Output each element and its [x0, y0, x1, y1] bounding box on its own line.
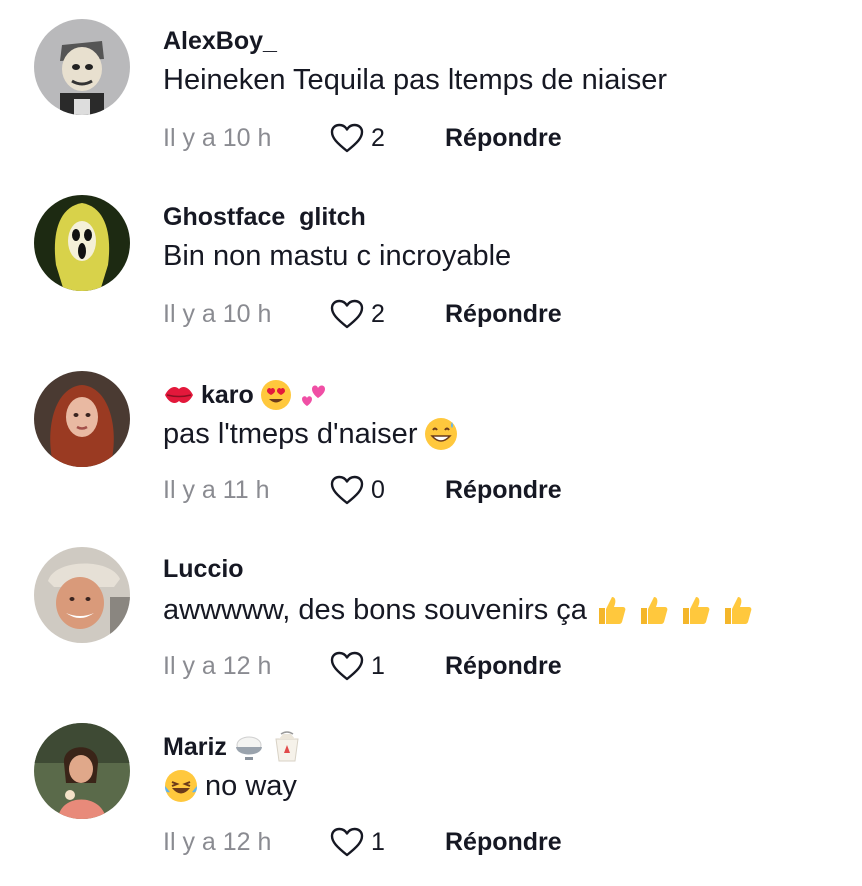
kiss-mark-emoji	[163, 383, 195, 407]
laughing-tears-emoji	[163, 768, 199, 804]
comment-text: Bin non mastu c incroyable	[163, 240, 511, 273]
comment-text-content: no way	[205, 769, 297, 802]
username[interactable]: Luccio	[163, 555, 244, 584]
heart-eyes-emoji	[260, 379, 292, 411]
timestamp: Il y a 12 h	[163, 827, 272, 856]
avatar-image	[34, 547, 130, 643]
username-text: Ghostface glitch	[163, 203, 366, 231]
reply-button[interactable]: Répondre	[445, 652, 562, 681]
comment-meta: Il y a 10 h 2 Répondre	[163, 297, 562, 331]
grinning-sweat-emoji	[423, 416, 459, 452]
comment-meta: Il y a 10 h 2 Répondre	[163, 121, 562, 155]
comment-text-content: Bin non mastu c incroyable	[163, 240, 512, 272]
like-button[interactable]: 1	[329, 650, 445, 682]
comment-text-content: Heineken Tequila pas ltemps de niaiser	[163, 64, 668, 96]
heart-outline-icon	[330, 827, 364, 857]
comment-item: AlexBoy_ Heineken Tequila pas ltemps de …	[0, 0, 862, 176]
comment-meta: Il y a 11 h 0 Répondre	[163, 473, 562, 507]
avatar-image	[34, 195, 130, 291]
comment-text: awwwww, des bons souvenirs ça	[163, 592, 755, 628]
thumbs-up-emoji	[719, 592, 755, 628]
reply-button[interactable]: Répondre	[445, 124, 562, 153]
reply-button[interactable]: Répondre	[445, 476, 562, 505]
like-count: 0	[371, 475, 385, 504]
avatar[interactable]	[34, 547, 130, 643]
username[interactable]: Ghostface glitch	[163, 203, 366, 232]
like-count: 1	[371, 827, 385, 856]
heart-outline-icon	[330, 651, 364, 681]
username-text: karo	[201, 380, 254, 409]
like-count: 2	[371, 299, 385, 328]
thumbs-up-emoji	[593, 592, 629, 628]
comment-text-content: awwwww, des bons souvenirs ça	[163, 593, 587, 626]
username[interactable]: Mariz	[163, 731, 303, 763]
thumbs-up-emoji	[635, 592, 671, 628]
username-text: AlexBoy_	[163, 27, 277, 55]
avatar[interactable]	[34, 723, 130, 819]
timestamp: Il y a 11 h	[163, 475, 270, 504]
comment-meta: Il y a 12 h 1 Répondre	[163, 649, 562, 683]
like-button[interactable]: 2	[329, 122, 445, 154]
avatar-image	[34, 371, 130, 467]
comment-text: pas l'tmeps d'naiser	[163, 416, 459, 452]
thumbs-up-emoji	[677, 592, 713, 628]
comment-text-content: pas l'tmeps d'naiser	[163, 417, 418, 450]
reply-button[interactable]: Répondre	[445, 828, 562, 857]
comment-item: Luccio awwwww, des bons souvenirs ça Il …	[0, 528, 862, 704]
like-count: 1	[371, 651, 385, 680]
like-button[interactable]: 2	[329, 298, 445, 330]
heart-outline-icon	[330, 475, 364, 505]
comment-item: Ghostface glitch Bin non mastu c incroya…	[0, 176, 862, 352]
reply-button[interactable]: Répondre	[445, 300, 562, 329]
timestamp: Il y a 12 h	[163, 651, 272, 680]
avatar[interactable]	[34, 371, 130, 467]
comment-text: no way	[163, 768, 297, 804]
heart-outline-icon	[330, 123, 364, 153]
username[interactable]: karo	[163, 379, 330, 411]
takeout-box-emoji	[271, 731, 303, 763]
avatar[interactable]	[34, 195, 130, 291]
comment-item: karo pas l'tmeps d'naiser Il y a 11 h 0 …	[0, 352, 862, 528]
timestamp: Il y a 10 h	[163, 123, 272, 152]
timestamp: Il y a 10 h	[163, 299, 272, 328]
avatar-image	[34, 723, 130, 819]
rice-bowl-emoji	[233, 731, 265, 763]
comment-text: Heineken Tequila pas ltemps de niaiser	[163, 64, 667, 97]
username[interactable]: AlexBoy_	[163, 27, 277, 56]
username-text: Mariz	[163, 732, 227, 761]
comment-item: Mariz no way Il y a 12 h 1 Répondre	[0, 704, 862, 880]
comment-list: AlexBoy_ Heineken Tequila pas ltemps de …	[0, 0, 862, 886]
avatar-image	[34, 19, 130, 115]
username-text: Luccio	[163, 555, 244, 583]
revolving-hearts-emoji	[298, 379, 330, 411]
like-count: 2	[371, 123, 385, 152]
like-button[interactable]: 0	[329, 474, 445, 506]
comment-meta: Il y a 12 h 1 Répondre	[163, 825, 562, 859]
heart-outline-icon	[330, 299, 364, 329]
avatar[interactable]	[34, 19, 130, 115]
like-button[interactable]: 1	[329, 826, 445, 858]
